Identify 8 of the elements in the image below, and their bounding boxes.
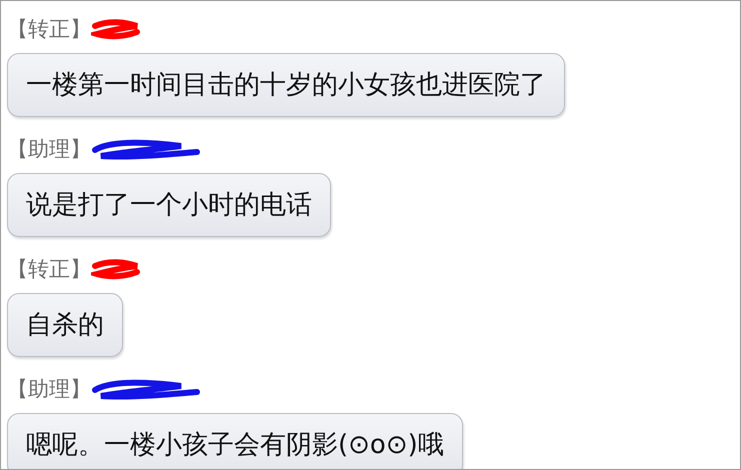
- message-bubble: 自杀的: [7, 293, 123, 357]
- sender-role-tag: 【转正】: [7, 254, 91, 286]
- message-bubble: 说是打了一个小时的电话: [7, 173, 331, 237]
- sender-role-tag: 【转正】: [7, 14, 91, 46]
- message-bubble: 嗯呢。一楼小孩子会有阴影(⊙o⊙)哦: [7, 413, 463, 469]
- message-bubble: 一楼第一时间目击的十岁的小女孩也进医院了: [7, 53, 565, 117]
- sender-role-tag: 【助理】: [7, 374, 91, 406]
- sender-role-tag: 【助理】: [7, 134, 91, 166]
